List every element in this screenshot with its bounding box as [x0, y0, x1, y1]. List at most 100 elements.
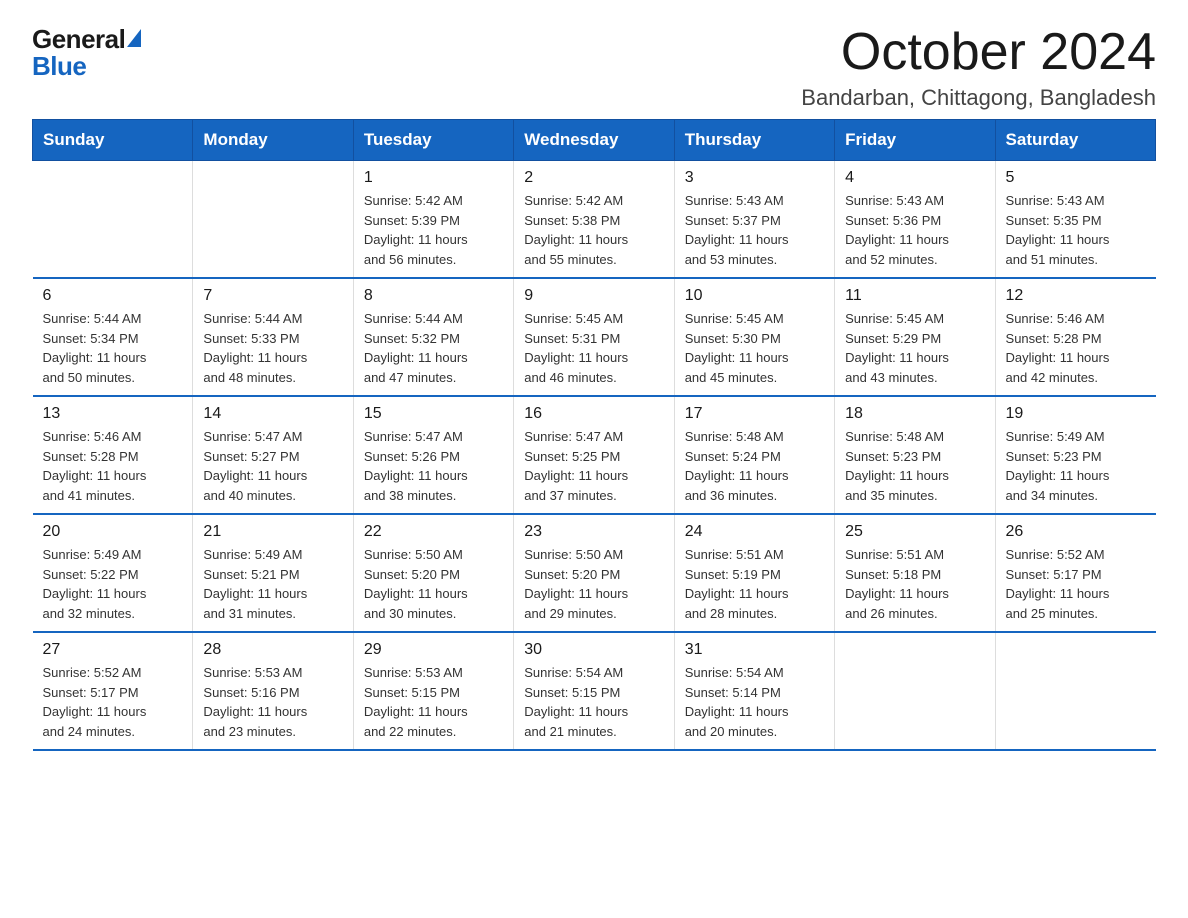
- calendar-week-row: 6Sunrise: 5:44 AMSunset: 5:34 PMDaylight…: [33, 278, 1156, 396]
- calendar-cell: 24 Sunrise: 5:51 AMSunset: 5:19 PMDayligh…: [674, 514, 834, 632]
- day-number: 27: [43, 641, 183, 659]
- title-block: October 2024 Bandarban, Chittagong, Bang…: [801, 24, 1156, 111]
- calendar-day-header: Monday: [193, 120, 353, 161]
- day-number: 16: [524, 405, 663, 423]
- calendar-day-header: Friday: [835, 120, 995, 161]
- day-info: Sunrise: 5:45 AMSunset: 5:30 PMDaylight:…: [685, 309, 824, 387]
- calendar-cell: 20 Sunrise: 5:49 AMSunset: 5:22 PMDayligh…: [33, 514, 193, 632]
- day-number: 4: [845, 169, 984, 187]
- day-info: Sunrise: 5:52 AMSunset: 5:17 PMDaylight:…: [43, 663, 183, 741]
- day-number: 10: [685, 287, 824, 305]
- calendar-cell: 25Sunrise: 5:51 AMSunset: 5:18 PMDayligh…: [835, 514, 995, 632]
- calendar-cell: 23 Sunrise: 5:50 AMSunset: 5:20 PMDayligh…: [514, 514, 674, 632]
- day-info: Sunrise: 5:42 AMSunset: 5:39 PMDaylight:…: [364, 191, 503, 269]
- day-info: Sunrise: 5:53 AMSunset: 5:16 PMDaylight:…: [203, 663, 342, 741]
- day-number: 9: [524, 287, 663, 305]
- day-number: 29: [364, 641, 503, 659]
- calendar-week-row: 1 Sunrise: 5:42 AMSunset: 5:39 PMDaylight…: [33, 161, 1156, 279]
- day-info: Sunrise: 5:54 AMSunset: 5:15 PMDaylight:…: [524, 663, 663, 741]
- day-number: 12: [1006, 287, 1146, 305]
- calendar-week-row: 20 Sunrise: 5:49 AMSunset: 5:22 PMDayligh…: [33, 514, 1156, 632]
- day-number: 23: [524, 523, 663, 541]
- calendar-cell: [995, 632, 1155, 750]
- day-info: Sunrise: 5:51 AMSunset: 5:18 PMDaylight:…: [845, 545, 984, 623]
- calendar-day-header: Tuesday: [353, 120, 513, 161]
- calendar-cell: 9Sunrise: 5:45 AMSunset: 5:31 PMDaylight…: [514, 278, 674, 396]
- day-number: 24: [685, 523, 824, 541]
- day-info: Sunrise: 5:50 AMSunset: 5:20 PMDaylight:…: [524, 545, 663, 623]
- day-number: 13: [43, 405, 183, 423]
- logo-triangle-icon: [127, 29, 141, 47]
- day-number: 8: [364, 287, 503, 305]
- day-number: 7: [203, 287, 342, 305]
- calendar-cell: 4 Sunrise: 5:43 AMSunset: 5:36 PMDaylight…: [835, 161, 995, 279]
- day-number: 20: [43, 523, 183, 541]
- calendar-week-row: 27 Sunrise: 5:52 AMSunset: 5:17 PMDayligh…: [33, 632, 1156, 750]
- day-number: 1: [364, 169, 503, 187]
- day-info: Sunrise: 5:49 AMSunset: 5:22 PMDaylight:…: [43, 545, 183, 623]
- calendar-cell: 10 Sunrise: 5:45 AMSunset: 5:30 PMDayligh…: [674, 278, 834, 396]
- calendar-cell: 27 Sunrise: 5:52 AMSunset: 5:17 PMDayligh…: [33, 632, 193, 750]
- day-info: Sunrise: 5:43 AMSunset: 5:35 PMDaylight:…: [1006, 191, 1146, 269]
- calendar-cell: 6Sunrise: 5:44 AMSunset: 5:34 PMDaylight…: [33, 278, 193, 396]
- day-info: Sunrise: 5:43 AMSunset: 5:37 PMDaylight:…: [685, 191, 824, 269]
- calendar-day-header: Sunday: [33, 120, 193, 161]
- calendar-cell: 18 Sunrise: 5:48 AMSunset: 5:23 PMDayligh…: [835, 396, 995, 514]
- day-number: 14: [203, 405, 342, 423]
- calendar-cell: 12 Sunrise: 5:46 AMSunset: 5:28 PMDayligh…: [995, 278, 1155, 396]
- calendar-cell: [33, 161, 193, 279]
- calendar-table: SundayMondayTuesdayWednesdayThursdayFrid…: [32, 119, 1156, 751]
- calendar-cell: 19Sunrise: 5:49 AMSunset: 5:23 PMDayligh…: [995, 396, 1155, 514]
- calendar-header-row: SundayMondayTuesdayWednesdayThursdayFrid…: [33, 120, 1156, 161]
- day-number: 30: [524, 641, 663, 659]
- calendar-cell: 8 Sunrise: 5:44 AMSunset: 5:32 PMDaylight…: [353, 278, 513, 396]
- calendar-cell: 5Sunrise: 5:43 AMSunset: 5:35 PMDaylight…: [995, 161, 1155, 279]
- day-info: Sunrise: 5:43 AMSunset: 5:36 PMDaylight:…: [845, 191, 984, 269]
- day-number: 2: [524, 169, 663, 187]
- day-number: 31: [685, 641, 824, 659]
- logo-blue-text: Blue: [32, 51, 86, 82]
- calendar-day-header: Saturday: [995, 120, 1155, 161]
- day-info: Sunrise: 5:44 AMSunset: 5:33 PMDaylight:…: [203, 309, 342, 387]
- day-number: 17: [685, 405, 824, 423]
- calendar-day-header: Wednesday: [514, 120, 674, 161]
- day-info: Sunrise: 5:47 AMSunset: 5:27 PMDaylight:…: [203, 427, 342, 505]
- calendar-cell: 1 Sunrise: 5:42 AMSunset: 5:39 PMDaylight…: [353, 161, 513, 279]
- day-info: Sunrise: 5:44 AMSunset: 5:32 PMDaylight:…: [364, 309, 503, 387]
- page-title: October 2024: [801, 24, 1156, 81]
- calendar-cell: 29 Sunrise: 5:53 AMSunset: 5:15 PMDayligh…: [353, 632, 513, 750]
- day-info: Sunrise: 5:49 AMSunset: 5:21 PMDaylight:…: [203, 545, 342, 623]
- day-number: 18: [845, 405, 984, 423]
- calendar-cell: 17 Sunrise: 5:48 AMSunset: 5:24 PMDayligh…: [674, 396, 834, 514]
- calendar-cell: 16 Sunrise: 5:47 AMSunset: 5:25 PMDayligh…: [514, 396, 674, 514]
- calendar-cell: [193, 161, 353, 279]
- calendar-day-header: Thursday: [674, 120, 834, 161]
- day-number: 26: [1006, 523, 1146, 541]
- calendar-cell: 14 Sunrise: 5:47 AMSunset: 5:27 PMDayligh…: [193, 396, 353, 514]
- day-info: Sunrise: 5:51 AMSunset: 5:19 PMDaylight:…: [685, 545, 824, 623]
- calendar-cell: 13Sunrise: 5:46 AMSunset: 5:28 PMDayligh…: [33, 396, 193, 514]
- calendar-cell: 31 Sunrise: 5:54 AMSunset: 5:14 PMDayligh…: [674, 632, 834, 750]
- calendar-cell: 11Sunrise: 5:45 AMSunset: 5:29 PMDayligh…: [835, 278, 995, 396]
- calendar-cell: 26Sunrise: 5:52 AMSunset: 5:17 PMDayligh…: [995, 514, 1155, 632]
- calendar-cell: 30 Sunrise: 5:54 AMSunset: 5:15 PMDayligh…: [514, 632, 674, 750]
- page-header: General Blue October 2024 Bandarban, Chi…: [32, 24, 1156, 111]
- day-number: 22: [364, 523, 503, 541]
- day-info: Sunrise: 5:50 AMSunset: 5:20 PMDaylight:…: [364, 545, 503, 623]
- calendar-cell: 7 Sunrise: 5:44 AMSunset: 5:33 PMDaylight…: [193, 278, 353, 396]
- day-info: Sunrise: 5:42 AMSunset: 5:38 PMDaylight:…: [524, 191, 663, 269]
- day-info: Sunrise: 5:44 AMSunset: 5:34 PMDaylight:…: [43, 309, 183, 387]
- calendar-cell: 15Sunrise: 5:47 AMSunset: 5:26 PMDayligh…: [353, 396, 513, 514]
- day-info: Sunrise: 5:47 AMSunset: 5:25 PMDaylight:…: [524, 427, 663, 505]
- calendar-week-row: 13Sunrise: 5:46 AMSunset: 5:28 PMDayligh…: [33, 396, 1156, 514]
- day-info: Sunrise: 5:48 AMSunset: 5:23 PMDaylight:…: [845, 427, 984, 505]
- day-number: 21: [203, 523, 342, 541]
- day-info: Sunrise: 5:48 AMSunset: 5:24 PMDaylight:…: [685, 427, 824, 505]
- calendar-cell: 3Sunrise: 5:43 AMSunset: 5:37 PMDaylight…: [674, 161, 834, 279]
- calendar-cell: 28Sunrise: 5:53 AMSunset: 5:16 PMDayligh…: [193, 632, 353, 750]
- day-info: Sunrise: 5:54 AMSunset: 5:14 PMDaylight:…: [685, 663, 824, 741]
- day-info: Sunrise: 5:53 AMSunset: 5:15 PMDaylight:…: [364, 663, 503, 741]
- day-number: 11: [845, 287, 984, 305]
- day-info: Sunrise: 5:46 AMSunset: 5:28 PMDaylight:…: [1006, 309, 1146, 387]
- logo: General Blue: [32, 24, 141, 82]
